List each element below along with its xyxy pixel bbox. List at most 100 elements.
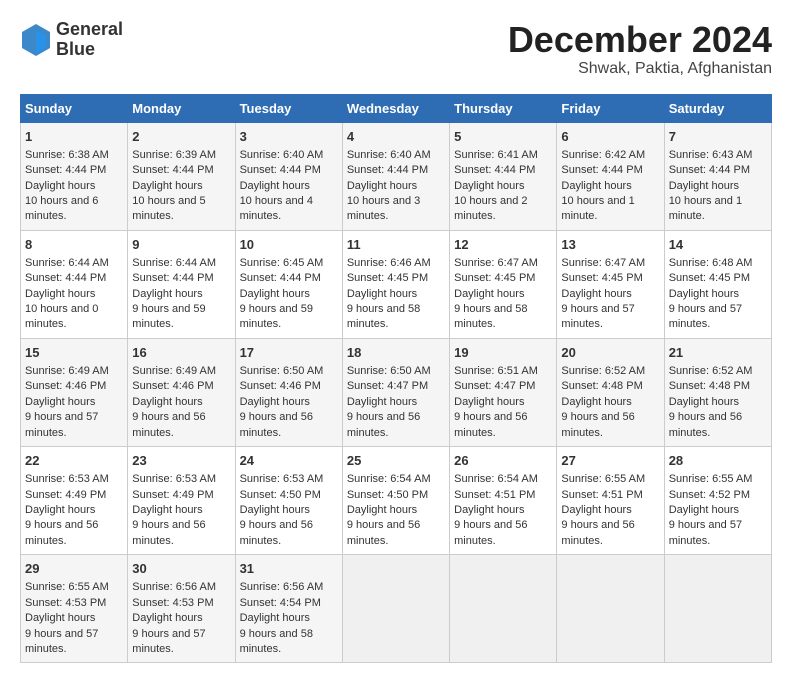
- daylight-label: Daylight hours: [25, 612, 95, 624]
- calendar-cell: 13 Sunrise: 6:47 AM Sunset: 4:45 PM Dayl…: [557, 230, 664, 338]
- daylight-value: 10 hours and 6 minutes.: [25, 195, 98, 222]
- day-number: 27: [561, 452, 659, 470]
- daylight-label: Daylight hours: [25, 396, 95, 408]
- daylight-label: Daylight hours: [132, 504, 202, 516]
- day-number: 25: [347, 452, 445, 470]
- sunrise-label: Sunrise: 6:49 AM: [25, 365, 109, 377]
- sunrise-label: Sunrise: 6:48 AM: [669, 257, 753, 269]
- calendar-cell: 12 Sunrise: 6:47 AM Sunset: 4:45 PM Dayl…: [450, 230, 557, 338]
- day-header-friday: Friday: [557, 94, 664, 122]
- daylight-value: 9 hours and 56 minutes.: [240, 411, 313, 438]
- calendar-cell: 1 Sunrise: 6:38 AM Sunset: 4:44 PM Dayli…: [21, 122, 128, 230]
- sunset-label: Sunset: 4:44 PM: [669, 164, 750, 176]
- daylight-label: Daylight hours: [132, 396, 202, 408]
- day-number: 5: [454, 128, 552, 146]
- calendar-cell: 5 Sunrise: 6:41 AM Sunset: 4:44 PM Dayli…: [450, 122, 557, 230]
- sunset-label: Sunset: 4:50 PM: [240, 489, 321, 501]
- sunset-label: Sunset: 4:44 PM: [132, 272, 213, 284]
- sunset-label: Sunset: 4:46 PM: [25, 380, 106, 392]
- sunrise-label: Sunrise: 6:46 AM: [347, 257, 431, 269]
- calendar-cell: 17 Sunrise: 6:50 AM Sunset: 4:46 PM Dayl…: [235, 338, 342, 446]
- daylight-label: Daylight hours: [669, 288, 739, 300]
- sunset-label: Sunset: 4:49 PM: [25, 489, 106, 501]
- day-number: 14: [669, 236, 767, 254]
- daylight-label: Daylight hours: [240, 612, 310, 624]
- sunrise-label: Sunrise: 6:55 AM: [561, 473, 645, 485]
- sunrise-label: Sunrise: 6:38 AM: [25, 149, 109, 161]
- calendar-cell: 28 Sunrise: 6:55 AM Sunset: 4:52 PM Dayl…: [664, 447, 771, 555]
- daylight-label: Daylight hours: [25, 180, 95, 192]
- day-number: 17: [240, 344, 338, 362]
- sunrise-label: Sunrise: 6:40 AM: [240, 149, 324, 161]
- daylight-value: 9 hours and 56 minutes.: [132, 519, 205, 546]
- sunrise-label: Sunrise: 6:47 AM: [454, 257, 538, 269]
- calendar-cell: 14 Sunrise: 6:48 AM Sunset: 4:45 PM Dayl…: [664, 230, 771, 338]
- day-header-thursday: Thursday: [450, 94, 557, 122]
- sunset-label: Sunset: 4:47 PM: [347, 380, 428, 392]
- daylight-value: 9 hours and 59 minutes.: [132, 303, 205, 330]
- daylight-value: 9 hours and 56 minutes.: [25, 519, 98, 546]
- day-number: 9: [132, 236, 230, 254]
- day-number: 8: [25, 236, 123, 254]
- sunset-label: Sunset: 4:44 PM: [132, 164, 213, 176]
- daylight-label: Daylight hours: [561, 288, 631, 300]
- daylight-label: Daylight hours: [561, 396, 631, 408]
- sunset-label: Sunset: 4:47 PM: [454, 380, 535, 392]
- calendar-cell: 7 Sunrise: 6:43 AM Sunset: 4:44 PM Dayli…: [664, 122, 771, 230]
- day-number: 10: [240, 236, 338, 254]
- daylight-label: Daylight hours: [454, 288, 524, 300]
- sunrise-label: Sunrise: 6:50 AM: [347, 365, 431, 377]
- calendar-cell: 6 Sunrise: 6:42 AM Sunset: 4:44 PM Dayli…: [557, 122, 664, 230]
- sunrise-label: Sunrise: 6:54 AM: [454, 473, 538, 485]
- day-header-tuesday: Tuesday: [235, 94, 342, 122]
- day-number: 26: [454, 452, 552, 470]
- daylight-value: 9 hours and 59 minutes.: [240, 303, 313, 330]
- sunset-label: Sunset: 4:48 PM: [669, 380, 750, 392]
- calendar-table: SundayMondayTuesdayWednesdayThursdayFrid…: [20, 94, 772, 664]
- day-number: 7: [669, 128, 767, 146]
- day-header-wednesday: Wednesday: [342, 94, 449, 122]
- calendar-cell: 29 Sunrise: 6:55 AM Sunset: 4:53 PM Dayl…: [21, 555, 128, 663]
- day-number: 11: [347, 236, 445, 254]
- calendar-cell: 27 Sunrise: 6:55 AM Sunset: 4:51 PM Dayl…: [557, 447, 664, 555]
- daylight-value: 9 hours and 56 minutes.: [347, 519, 420, 546]
- sunset-label: Sunset: 4:51 PM: [454, 489, 535, 501]
- sunset-label: Sunset: 4:44 PM: [25, 164, 106, 176]
- day-number: 2: [132, 128, 230, 146]
- daylight-value: 9 hours and 56 minutes.: [561, 411, 634, 438]
- sunset-label: Sunset: 4:46 PM: [132, 380, 213, 392]
- daylight-value: 9 hours and 57 minutes.: [669, 303, 742, 330]
- calendar-cell: 9 Sunrise: 6:44 AM Sunset: 4:44 PM Dayli…: [128, 230, 235, 338]
- sunset-label: Sunset: 4:54 PM: [240, 597, 321, 609]
- day-number: 31: [240, 560, 338, 578]
- day-number: 1: [25, 128, 123, 146]
- daylight-value: 10 hours and 2 minutes.: [454, 195, 527, 222]
- sunset-label: Sunset: 4:48 PM: [561, 380, 642, 392]
- calendar-body: 1 Sunrise: 6:38 AM Sunset: 4:44 PM Dayli…: [21, 122, 772, 663]
- sunset-label: Sunset: 4:49 PM: [132, 489, 213, 501]
- daylight-value: 9 hours and 58 minutes.: [240, 628, 313, 655]
- sunrise-label: Sunrise: 6:43 AM: [669, 149, 753, 161]
- daylight-label: Daylight hours: [454, 180, 524, 192]
- daylight-label: Daylight hours: [347, 396, 417, 408]
- day-number: 20: [561, 344, 659, 362]
- calendar-cell: 19 Sunrise: 6:51 AM Sunset: 4:47 PM Dayl…: [450, 338, 557, 446]
- sunset-label: Sunset: 4:44 PM: [240, 272, 321, 284]
- sunset-label: Sunset: 4:45 PM: [454, 272, 535, 284]
- daylight-label: Daylight hours: [347, 180, 417, 192]
- daylight-value: 9 hours and 56 minutes.: [454, 519, 527, 546]
- sunrise-label: Sunrise: 6:53 AM: [132, 473, 216, 485]
- day-header-monday: Monday: [128, 94, 235, 122]
- sunset-label: Sunset: 4:53 PM: [25, 597, 106, 609]
- daylight-value: 10 hours and 4 minutes.: [240, 195, 313, 222]
- sunrise-label: Sunrise: 6:56 AM: [240, 581, 324, 593]
- page-header: General Blue December 2024 Shwak, Paktia…: [20, 20, 772, 78]
- sunrise-label: Sunrise: 6:50 AM: [240, 365, 324, 377]
- daylight-value: 9 hours and 58 minutes.: [347, 303, 420, 330]
- logo: General Blue: [20, 20, 123, 60]
- day-number: 19: [454, 344, 552, 362]
- daylight-label: Daylight hours: [132, 612, 202, 624]
- daylight-label: Daylight hours: [132, 180, 202, 192]
- daylight-label: Daylight hours: [669, 396, 739, 408]
- sunset-label: Sunset: 4:45 PM: [669, 272, 750, 284]
